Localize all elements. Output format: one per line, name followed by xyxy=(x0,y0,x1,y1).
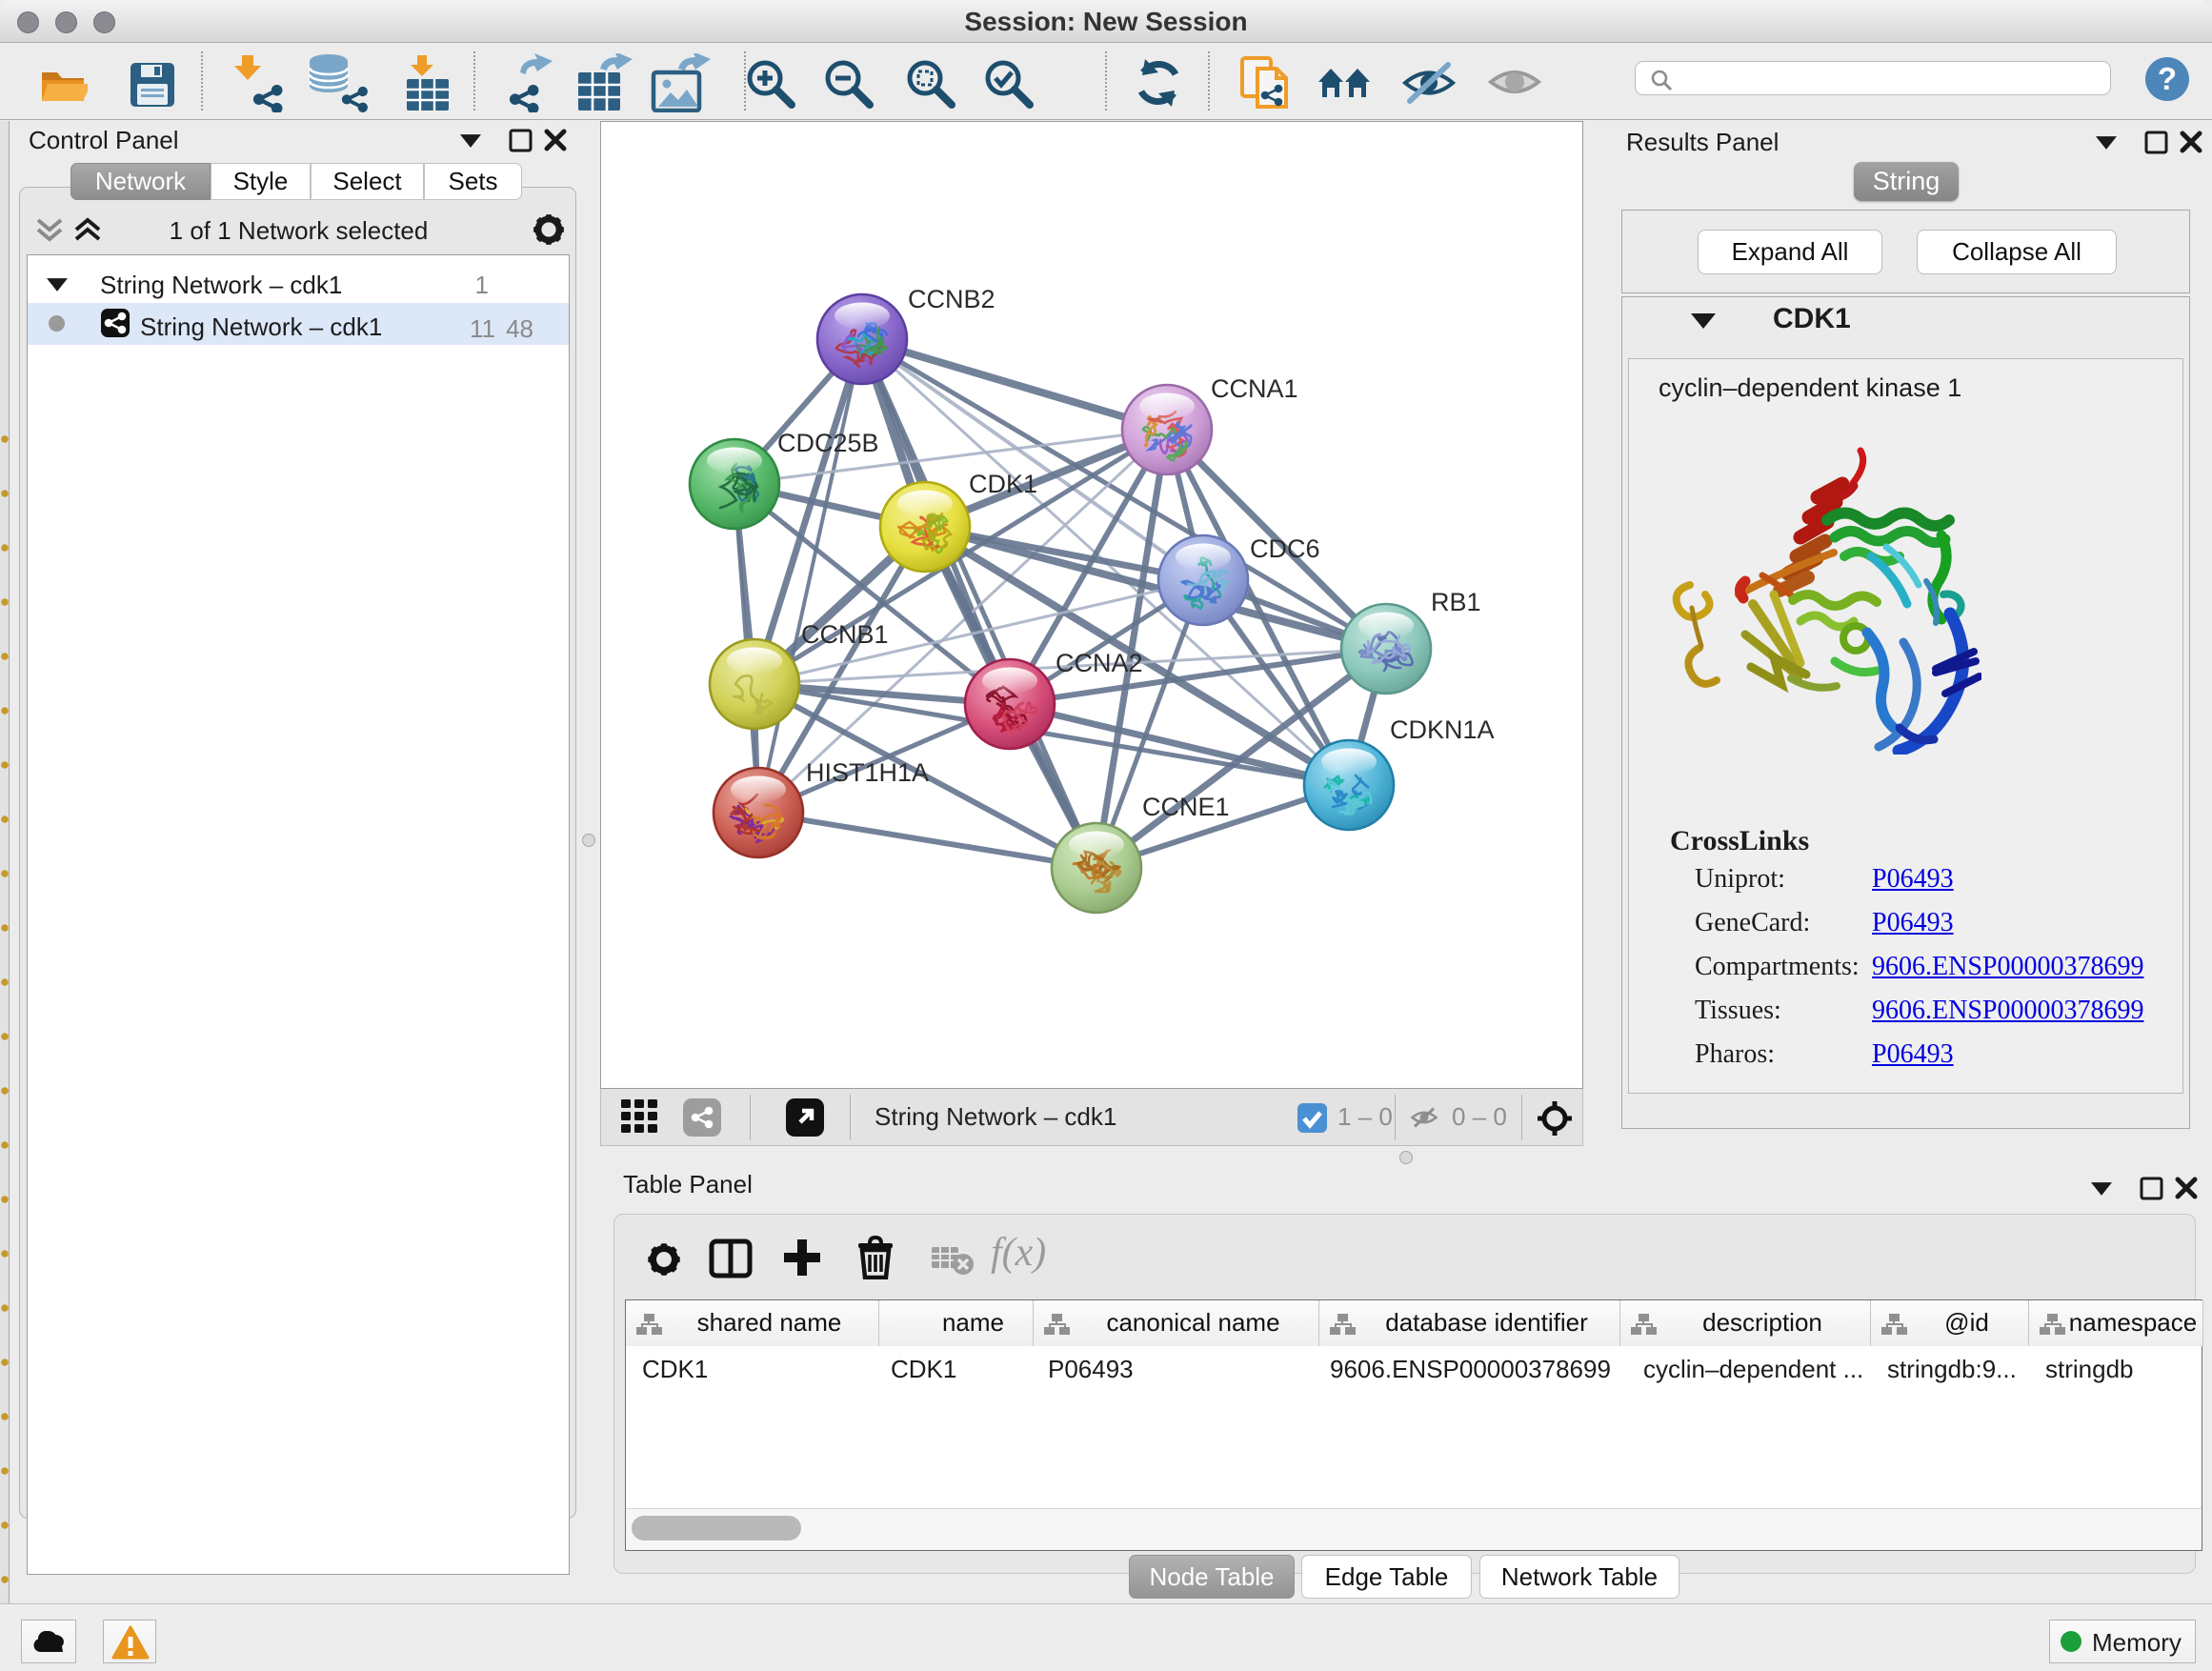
svg-text:CDK1: CDK1 xyxy=(969,470,1037,498)
svg-text:?: ? xyxy=(2158,61,2177,96)
svg-text:CDKN1A: CDKN1A xyxy=(1390,715,1495,744)
svg-text:CCNB2: CCNB2 xyxy=(908,285,995,313)
svg-text:CCNB1: CCNB1 xyxy=(801,620,889,649)
svg-text:CCNA2: CCNA2 xyxy=(1056,649,1143,677)
svg-text:CDC25B: CDC25B xyxy=(777,429,879,457)
svg-text:CCNA1: CCNA1 xyxy=(1211,374,1298,403)
svg-text:CDC6: CDC6 xyxy=(1250,534,1320,563)
svg-text:CCNE1: CCNE1 xyxy=(1142,793,1230,821)
svg-text:HIST1H1A: HIST1H1A xyxy=(806,758,929,787)
svg-text:RB1: RB1 xyxy=(1431,588,1481,616)
